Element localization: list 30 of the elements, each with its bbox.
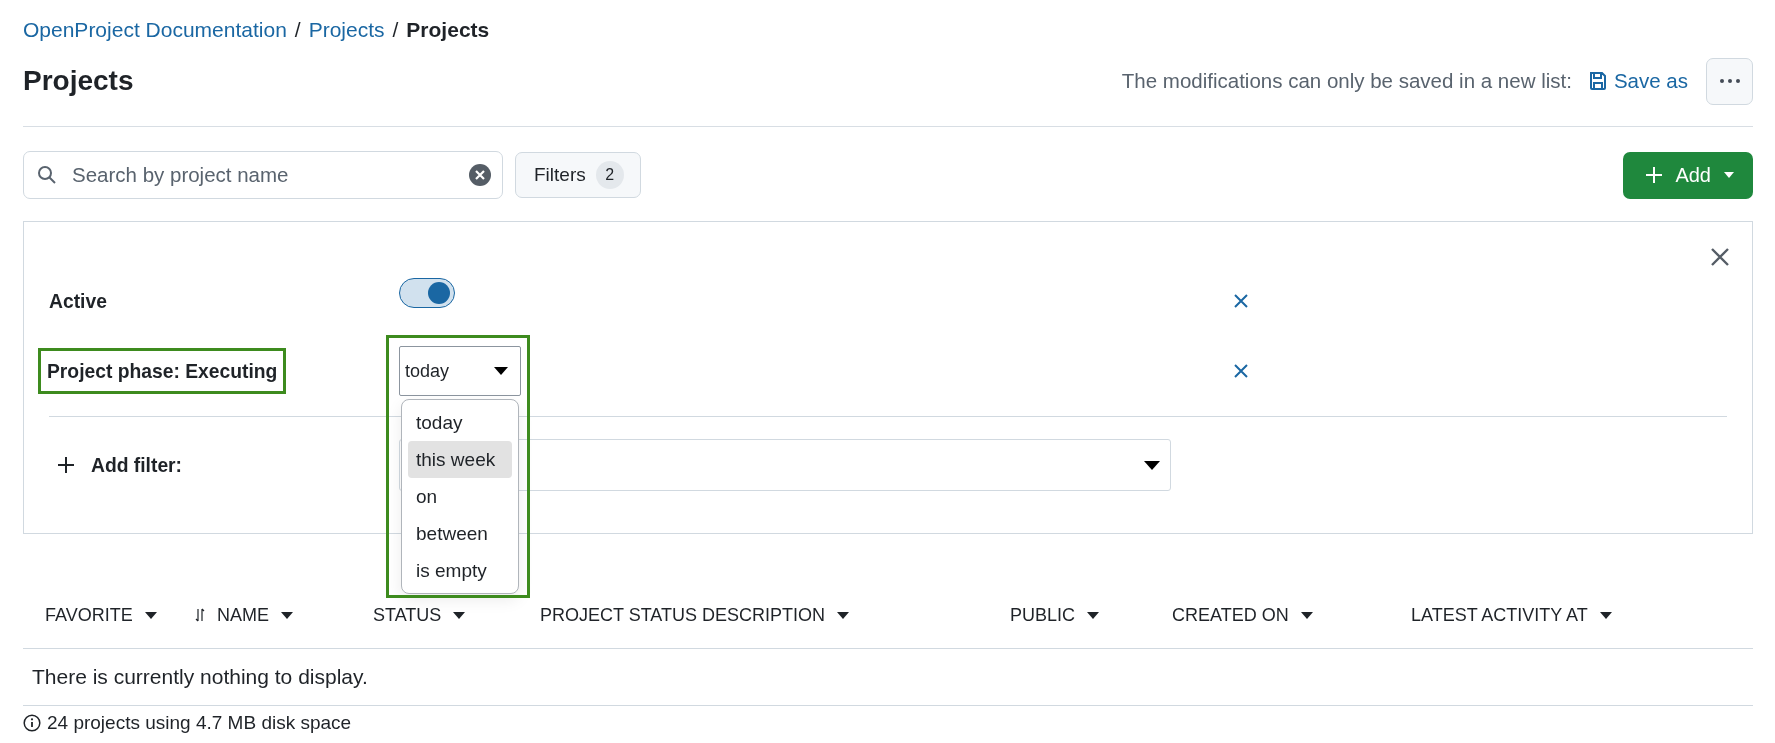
filter-label: Project phase: Executing [38,348,287,394]
breadcrumb-separator: / [294,18,301,42]
add-filter-label: Add filter: [90,454,184,478]
column-header[interactable]: LATEST ACTIVITY AT [1411,604,1588,626]
filters-button[interactable]: Filters 2 [515,152,641,198]
menu-option[interactable]: today [408,404,512,441]
menu-option[interactable]: between [408,515,512,552]
column-header[interactable]: CREATED ON [1172,604,1289,626]
operator-select[interactable]: today [399,346,521,396]
search-field[interactable]: Search by project name [23,151,503,199]
filter-label: Active [48,290,108,314]
column-header[interactable]: PUBLIC [1010,604,1076,626]
breadcrumb-current: Projects [406,18,490,42]
column-header[interactable]: FAVORITE [45,604,133,626]
column-header[interactable]: PROJECT STATUS DESCRIPTION [540,604,826,626]
breadcrumb-link[interactable]: Projects [308,18,385,42]
footer-text: 24 projects using 4.7 MB disk space [47,712,352,734]
breadcrumb-link[interactable]: OpenProject Documentation [23,18,287,42]
header-note: The modifications can only be saved in a new list: [1121,69,1572,93]
empty-message: There is currently nothing to display. [23,649,1753,706]
menu-option[interactable]: is empty [408,552,512,589]
filter-count: 2 [595,161,624,189]
save-as-button[interactable]: Save as [1583,69,1692,93]
column-header[interactable]: STATUS [373,604,442,626]
page-title: Projects [23,65,134,97]
column-header[interactable]: NAME [217,604,269,626]
breadcrumb-separator: / [392,18,399,42]
add-button[interactable]: Add [1623,151,1753,199]
menu-option[interactable]: this week [408,441,512,478]
menu-option[interactable]: on [408,478,512,515]
